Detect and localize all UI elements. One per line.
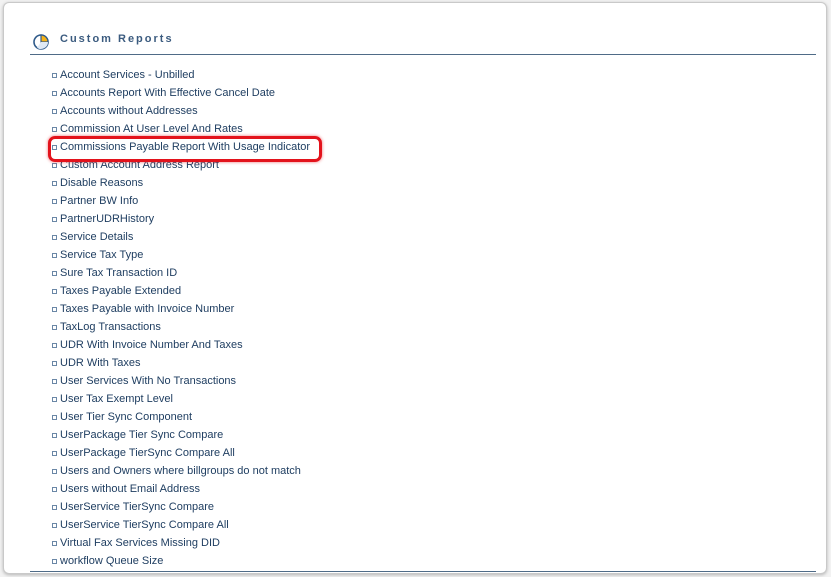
report-link[interactable]: Accounts Report With Effective Cancel Da… [50, 84, 310, 102]
pie-chart-icon [32, 32, 50, 50]
bullet-icon [52, 235, 57, 240]
report-link-label: Custom Account Address Report [60, 159, 219, 171]
report-link-label: Users without Email Address [60, 483, 200, 495]
bottom-divider [30, 571, 816, 572]
report-link[interactable]: Taxes Payable with Invoice Number [50, 300, 310, 318]
report-link-label: Service Tax Type [60, 249, 144, 261]
bullet-icon [52, 181, 57, 186]
report-link-label: UDR With Invoice Number And Taxes [60, 339, 243, 351]
bullet-icon [52, 541, 57, 546]
bullet-icon [52, 199, 57, 204]
report-link[interactable]: User Tax Exempt Level [50, 390, 310, 408]
report-link[interactable]: Users and Owners where billgroups do not… [50, 462, 310, 480]
report-link[interactable]: Taxes Payable Extended [50, 282, 310, 300]
report-link-label: Disable Reasons [60, 177, 144, 189]
report-link[interactable]: Virtual Fax Services Missing DID [50, 534, 310, 552]
report-link-label: Users and Owners where billgroups do not… [60, 465, 301, 477]
report-link-label: workflow Queue Size [60, 555, 164, 567]
bullet-icon [52, 145, 57, 150]
report-link-label: UDR With Taxes [60, 357, 141, 369]
report-link-label: Account Services - Unbilled [60, 69, 195, 81]
report-link[interactable]: Account Services - Unbilled [50, 66, 310, 84]
report-link-label: UserPackage Tier Sync Compare [60, 429, 224, 441]
bullet-icon [52, 361, 57, 366]
bullet-icon [52, 253, 57, 258]
bullet-icon [52, 163, 57, 168]
report-link[interactable]: Service Tax Type [50, 246, 310, 264]
report-link-label: User Tax Exempt Level [60, 393, 173, 405]
report-link-label: User Tier Sync Component [60, 411, 193, 423]
report-link[interactable]: Custom Account Address Report [50, 156, 310, 174]
report-link[interactable]: Commission At User Level And Rates [50, 120, 310, 138]
report-link[interactable]: UserPackage Tier Sync Compare [50, 426, 310, 444]
report-link-label: Commission At User Level And Rates [60, 123, 243, 135]
bullet-icon [52, 505, 57, 510]
section-title: Custom Reports [60, 33, 174, 45]
report-link-label: UserService TierSync Compare [60, 501, 215, 513]
bullet-icon [52, 289, 57, 294]
report-link[interactable]: UserService TierSync Compare All [50, 516, 310, 534]
report-link[interactable]: Users without Email Address [50, 480, 310, 498]
report-list: Account Services - Unbilled Accounts Repo… [50, 66, 310, 570]
report-link-label: Commissions Payable Report With Usage In… [60, 141, 311, 153]
report-link[interactable]: Sure Tax Transaction ID [50, 264, 310, 282]
report-link-label: Taxes Payable with Invoice Number [60, 303, 235, 315]
bullet-icon [52, 469, 57, 474]
report-link[interactable]: Partner BW Info [50, 192, 310, 210]
section-header: Custom Reports [30, 30, 816, 55]
bullet-icon [52, 91, 57, 96]
report-link[interactable]: TaxLog Transactions [50, 318, 310, 336]
bullet-icon [52, 343, 57, 348]
bullet-icon [52, 217, 57, 222]
bullet-icon [52, 433, 57, 438]
report-link-label: Service Details [60, 231, 134, 243]
bullet-icon [52, 397, 57, 402]
bullet-icon [52, 73, 57, 78]
report-link[interactable]: UDR With Taxes [50, 354, 310, 372]
bullet-icon [52, 109, 57, 114]
report-link[interactable]: Accounts without Addresses [50, 102, 310, 120]
report-link[interactable]: UserPackage TierSync Compare All [50, 444, 310, 462]
bullet-icon [52, 271, 57, 276]
bullet-icon [52, 379, 57, 384]
bullet-icon [52, 127, 57, 132]
report-link-label: Sure Tax Transaction ID [60, 267, 178, 279]
report-link-label: Virtual Fax Services Missing DID [60, 537, 220, 549]
report-link-label: UserPackage TierSync Compare All [60, 447, 235, 459]
report-link-label: UserService TierSync Compare All [60, 519, 229, 531]
report-link-label: TaxLog Transactions [60, 321, 161, 333]
custom-reports-panel: Custom Reports Account Services - Unbill… [3, 2, 827, 574]
report-link-label: Accounts without Addresses [60, 105, 198, 117]
report-link-label: Accounts Report With Effective Cancel Da… [60, 87, 276, 99]
report-link[interactable]: User Services With No Transactions [50, 372, 310, 390]
bullet-icon [52, 487, 57, 492]
report-link[interactable]: User Tier Sync Component [50, 408, 310, 426]
report-link[interactable]: Disable Reasons [50, 174, 310, 192]
report-link-label: PartnerUDRHistory [60, 213, 155, 225]
report-link-label: Partner BW Info [60, 195, 139, 207]
bullet-icon [52, 559, 57, 564]
report-link-label: User Services With No Transactions [60, 375, 237, 387]
report-link[interactable]: Commissions Payable Report With Usage In… [50, 138, 310, 156]
bullet-icon [52, 415, 57, 420]
report-link[interactable]: UserService TierSync Compare [50, 498, 310, 516]
bullet-icon [52, 307, 57, 312]
bullet-icon [52, 523, 57, 528]
report-link-label: Taxes Payable Extended [60, 285, 182, 297]
report-link[interactable]: workflow Queue Size [50, 552, 310, 570]
report-link[interactable]: UDR With Invoice Number And Taxes [50, 336, 310, 354]
report-link[interactable]: Service Details [50, 228, 310, 246]
bullet-icon [52, 325, 57, 330]
bullet-icon [52, 451, 57, 456]
report-link[interactable]: PartnerUDRHistory [50, 210, 310, 228]
